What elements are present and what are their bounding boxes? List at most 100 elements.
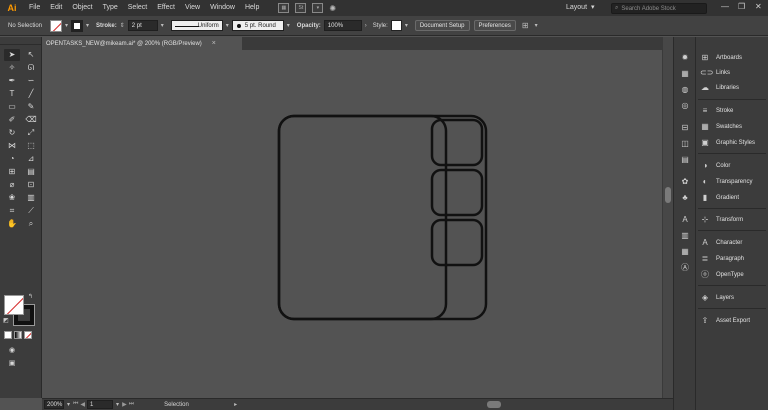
panel-paragraph[interactable]: ≣ Paragraph <box>700 252 744 265</box>
brush-definition[interactable]: 5 pt. Round <box>231 20 284 31</box>
stroke-swatch[interactable] <box>71 19 84 32</box>
default-fill-stroke-icon[interactable]: ◩ <box>3 317 9 324</box>
document-setup-button[interactable]: Document Setup <box>414 20 470 31</box>
panel-graphic-styles[interactable]: ▣ Graphic Styles <box>700 136 755 149</box>
canvas[interactable] <box>42 50 662 398</box>
gpu-icon[interactable]: ✺ <box>329 4 336 13</box>
draw-mode-icon[interactable]: ◉ <box>4 344 20 356</box>
mesh-tool-icon[interactable]: ⊞ <box>4 166 20 178</box>
eyedropper-tool-icon[interactable]: ⌀ <box>4 179 20 191</box>
close-tab-icon[interactable]: × <box>212 40 216 47</box>
chevron-down-icon[interactable]: ▾ <box>116 401 119 408</box>
chevron-down-icon[interactable]: ▾ <box>535 22 538 29</box>
navigator-icon[interactable]: ◍ <box>678 83 692 95</box>
magic-wand-tool-icon[interactable]: ✧ <box>4 62 20 74</box>
graphic-style-swatch[interactable] <box>390 20 402 31</box>
panel-grip[interactable] <box>0 37 41 45</box>
artboard-tool-icon[interactable]: ⌗ <box>4 205 20 217</box>
appearance-icon[interactable]: ▤ <box>678 153 692 165</box>
artwork[interactable] <box>42 50 662 398</box>
panel-swatches[interactable]: ▦ Swatches <box>700 120 742 133</box>
first-artboard-icon[interactable]: ⏮ <box>73 401 78 408</box>
slice-tool-icon[interactable]: ⟋ <box>23 205 39 217</box>
panel-color[interactable]: ◑ Color <box>700 159 731 172</box>
shape-builder-tool-icon[interactable]: ◔ <box>4 153 20 165</box>
inner-rounded-rect[interactable] <box>277 114 448 321</box>
panel-transparency[interactable]: ◐ Transparency <box>700 175 753 188</box>
info-icon[interactable]: ◎ <box>678 99 692 111</box>
chevron-down-icon[interactable]: ▾ <box>405 22 408 29</box>
fill-swatch[interactable] <box>50 19 62 32</box>
chevron-down-icon[interactable]: ▾ <box>226 22 229 29</box>
color-guide-icon[interactable]: ▦ <box>678 67 692 79</box>
free-transform-tool-icon[interactable]: ⬚ <box>23 140 39 152</box>
vertical-scrollbar[interactable] <box>662 37 673 398</box>
opacity-input[interactable]: 100% <box>323 20 362 31</box>
panel-links[interactable]: ⊂⊃ Links <box>700 66 730 79</box>
touch-type-icon[interactable]: Ⓐ <box>678 261 692 273</box>
preferences-button[interactable]: Preferences <box>473 20 516 31</box>
curvature-tool-icon[interactable]: ∽ <box>23 75 39 87</box>
chevron-down-icon[interactable]: ▾ <box>67 401 70 408</box>
tab-rect-middle[interactable] <box>430 168 484 217</box>
zoom-tool-icon[interactable]: ⌕ <box>23 218 39 230</box>
scale-tool-icon[interactable]: ⤢ <box>23 127 39 139</box>
menu-view[interactable]: View <box>180 0 205 16</box>
blend-tool-icon[interactable]: ⊡ <box>23 179 39 191</box>
swap-fill-stroke-icon[interactable]: ↰ <box>28 293 33 300</box>
chevron-down-icon[interactable]: ▾ <box>287 22 290 29</box>
panel-layers[interactable]: ◈ Layers <box>700 291 734 304</box>
gear-icon[interactable]: ✹ <box>678 51 692 63</box>
stock-search-input[interactable]: ⌕ Search Adobe Stock <box>611 3 707 14</box>
chevron-right-icon[interactable]: › <box>365 23 367 29</box>
panel-opentype[interactable]: ⓞ OpenType <box>700 268 744 281</box>
paragraph-styles-icon[interactable]: ▦ <box>678 245 692 257</box>
document-tab[interactable]: OPENTASKS_NEW@mikeam.ai* @ 200% (RGB/Pre… <box>42 37 242 50</box>
restore-icon[interactable]: ❐ <box>738 2 745 11</box>
rectangle-tool-icon[interactable]: ▭ <box>4 101 20 113</box>
panel-character[interactable]: A Character <box>700 236 742 249</box>
symbols-icon[interactable]: ♣ <box>678 191 692 203</box>
type-tool-icon[interactable]: T <box>4 88 20 100</box>
bridge-icon[interactable]: ▾ <box>312 3 324 13</box>
menu-edit[interactable]: Edit <box>45 0 67 16</box>
menu-help[interactable]: Help <box>240 0 264 16</box>
brushes-icon[interactable]: ✿ <box>678 175 692 187</box>
fill-box[interactable] <box>4 295 24 315</box>
lasso-tool-icon[interactable]: ᘏ <box>23 62 39 74</box>
pathfinder-icon[interactable]: ◫ <box>678 137 692 149</box>
horizontal-scroll-thumb[interactable] <box>487 401 501 408</box>
zoom-input[interactable]: 200% <box>44 400 64 409</box>
close-icon[interactable]: ✕ <box>755 2 762 11</box>
menu-object[interactable]: Object <box>67 0 97 16</box>
workspace-switcher[interactable]: Layout ▾ <box>566 3 595 12</box>
minimize-icon[interactable]: — <box>721 2 729 11</box>
width-tool-icon[interactable]: ⋈ <box>4 140 20 152</box>
chevron-right-icon[interactable]: ▸ <box>234 401 237 408</box>
graph-tool-icon[interactable]: ▥ <box>23 192 39 204</box>
character-styles-icon[interactable]: ▥ <box>678 229 692 241</box>
panel-libraries[interactable]: ☁ Libraries <box>700 81 739 94</box>
gradient-tool-icon[interactable]: ▤ <box>23 166 39 178</box>
panel-artboards[interactable]: ⊞ Artboards <box>700 51 742 64</box>
pen-tool-icon[interactable]: ✒ <box>4 75 20 87</box>
menu-file[interactable]: File <box>24 0 45 16</box>
fill-stroke-widget[interactable]: ↰ ◩ <box>3 293 36 327</box>
next-artboard-icon[interactable]: ▶ <box>122 401 127 408</box>
none-mode-icon[interactable] <box>24 331 32 339</box>
perspective-grid-tool-icon[interactable]: ⊿ <box>23 153 39 165</box>
tab-rect-bottom[interactable] <box>430 218 484 267</box>
color-mode-icon[interactable] <box>4 331 12 339</box>
chevron-down-icon[interactable]: ▾ <box>161 22 164 29</box>
align-icon[interactable]: ⊟ <box>678 121 692 133</box>
rotate-tool-icon[interactable]: ↻ <box>4 127 20 139</box>
artboard-number-input[interactable]: 1 <box>87 400 114 409</box>
stroke-weight-input[interactable]: 2 pt <box>127 20 158 31</box>
last-artboard-icon[interactable]: ⏭ <box>129 401 134 408</box>
previous-artboard-icon[interactable]: ◀ <box>80 401 85 408</box>
glyphs-icon[interactable]: A <box>678 213 692 225</box>
panel-gradient[interactable]: ▮ Gradient <box>700 191 739 204</box>
stepper-icon[interactable]: ⇕ <box>120 22 125 29</box>
shaper-tool-icon[interactable]: ✐ <box>4 114 20 126</box>
gradient-mode-icon[interactable] <box>14 331 22 339</box>
